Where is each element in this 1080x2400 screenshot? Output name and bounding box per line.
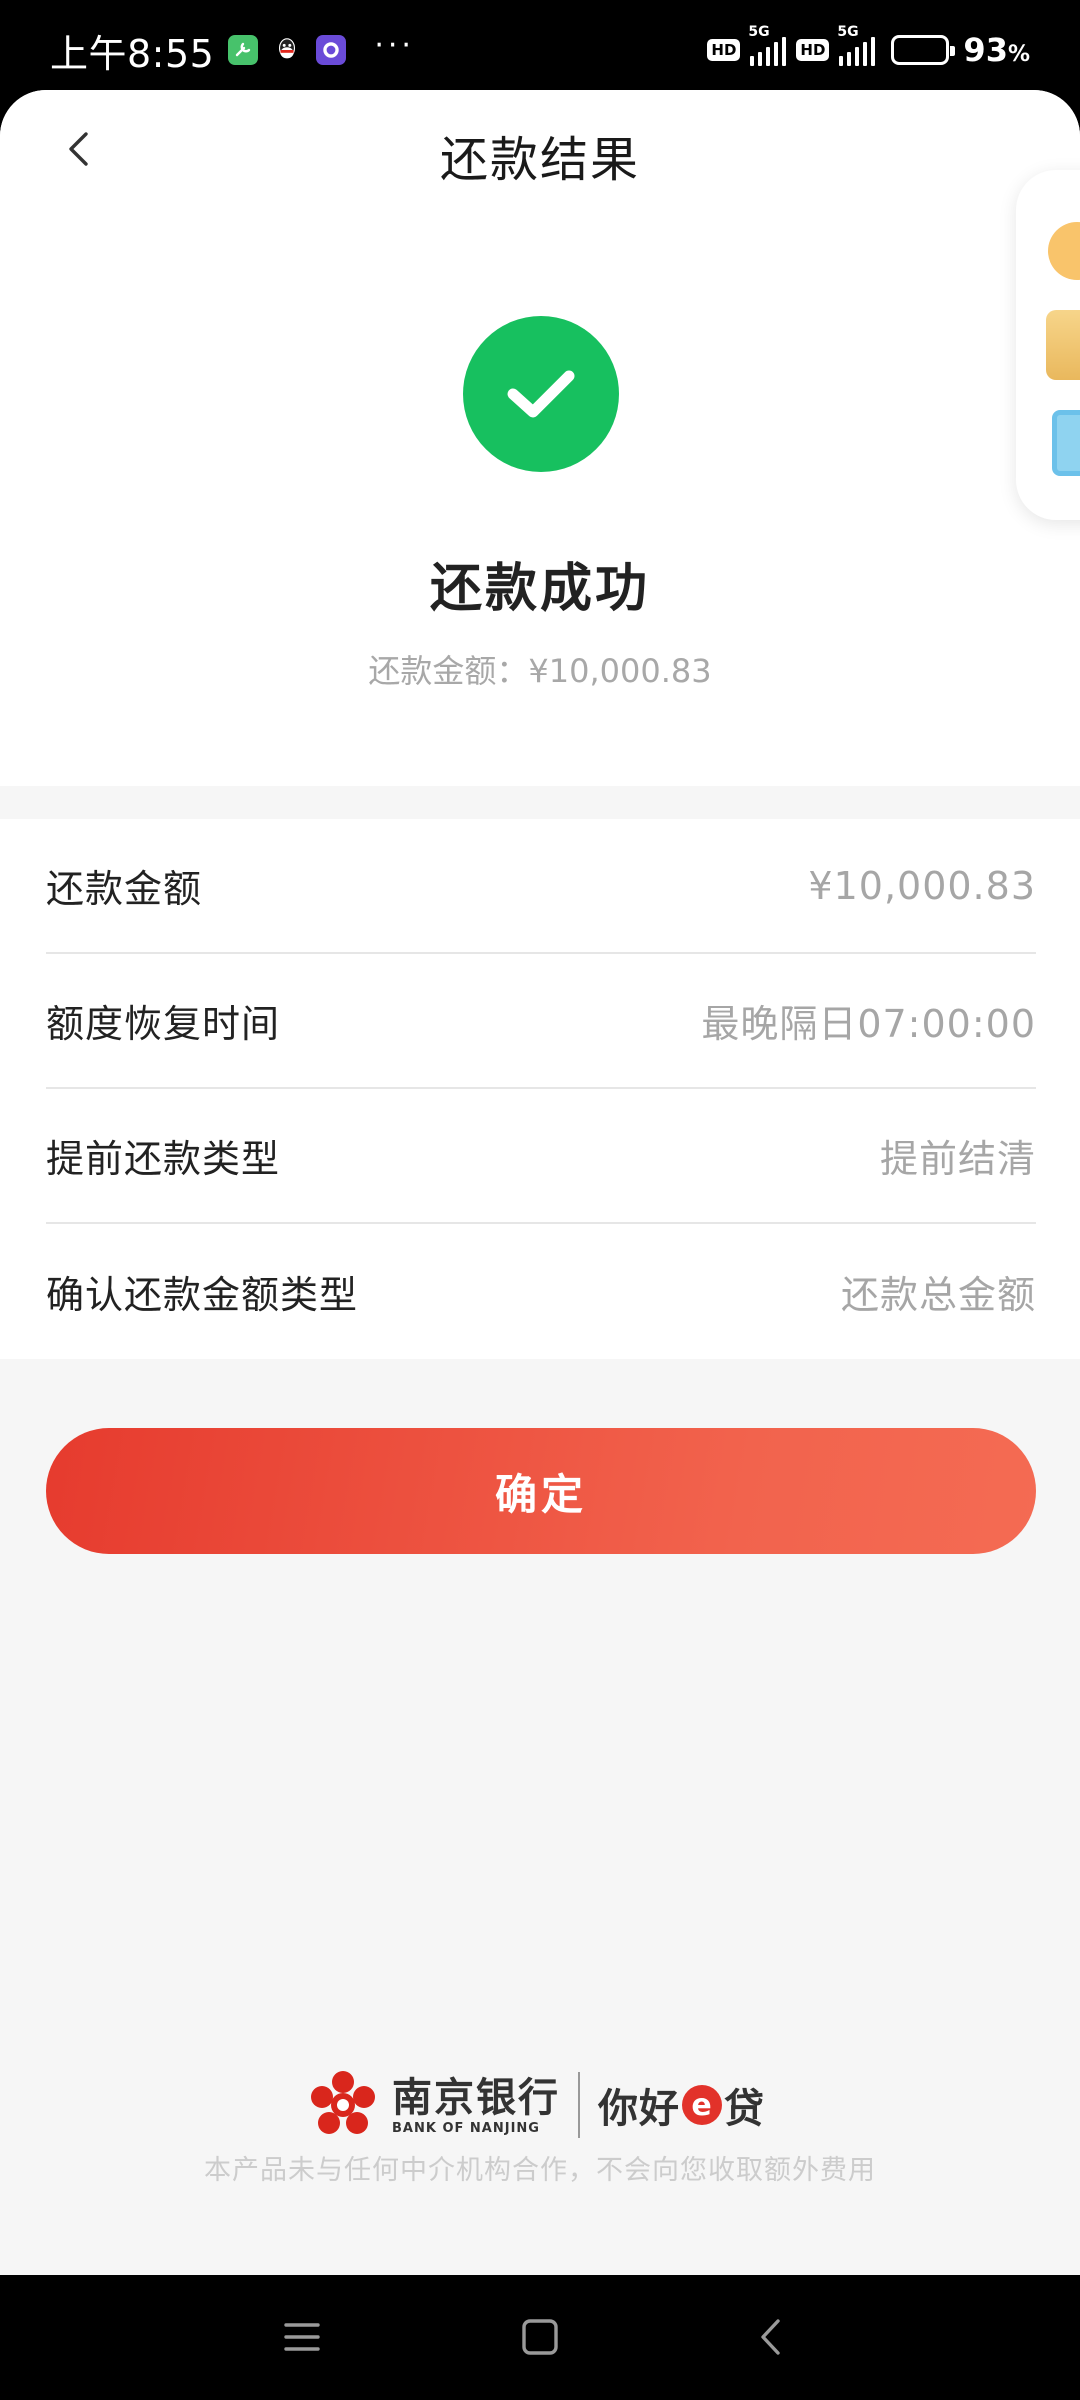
network-type-label: 5G bbox=[837, 24, 859, 40]
menu-button[interactable] bbox=[270, 2305, 334, 2369]
status-bar: 上午8:55 ··· HD 5G HD 5G 93% bbox=[0, 0, 1080, 100]
brand-row: 南京银行 BANK OF NANJING 你好 e 贷 bbox=[306, 2065, 765, 2145]
check-circle-icon bbox=[463, 316, 619, 472]
tool-app-icon bbox=[228, 35, 259, 65]
coin-icon[interactable] bbox=[1048, 222, 1080, 280]
confirm-button[interactable]: 确定 bbox=[46, 1428, 1036, 1554]
hd-badge: HD bbox=[796, 39, 830, 61]
hd-badge: HD bbox=[707, 39, 741, 61]
result-header: 还款结果 还款成功 还款金额：¥10,000.83 bbox=[0, 90, 1080, 786]
back-nav-button[interactable] bbox=[740, 2305, 804, 2369]
page-title: 还款结果 bbox=[439, 132, 640, 188]
product-name: 你好 e 贷 bbox=[598, 2076, 765, 2134]
back-icon bbox=[761, 2319, 780, 2355]
detail-label: 确认还款金额类型 bbox=[46, 1273, 359, 1317]
product-prefix: 你好 bbox=[598, 2086, 680, 2132]
detail-value: 最晚隔日07:00:00 bbox=[701, 1002, 1036, 1046]
repayment-details: 还款金额 ¥10,000.83 额度恢复时间 最晚隔日07:00:00 提前还款… bbox=[0, 819, 1080, 1359]
result-amount: 还款金额：¥10,000.83 bbox=[368, 652, 712, 690]
status-more-indicator: ··· bbox=[374, 27, 415, 63]
system-nav-bar bbox=[0, 2275, 1080, 2400]
detail-label: 还款金额 bbox=[46, 867, 203, 911]
detail-value: ¥10,000.83 bbox=[808, 863, 1036, 908]
brand-divider bbox=[578, 2072, 580, 2138]
nav-bar: 还款结果 bbox=[0, 90, 1080, 210]
product-e-logo: e bbox=[682, 2085, 722, 2125]
gift-icon[interactable] bbox=[1046, 310, 1080, 380]
home-icon bbox=[522, 2319, 558, 2355]
detail-label: 提前还款类型 bbox=[46, 1137, 281, 1181]
product-suffix: 贷 bbox=[724, 2086, 765, 2132]
purple-app-icon bbox=[316, 35, 347, 65]
status-right: HD 5G HD 5G 93% bbox=[707, 22, 1030, 78]
detail-row: 提前还款类型 提前结清 bbox=[46, 1089, 1036, 1224]
detail-label: 额度恢复时间 bbox=[46, 1002, 281, 1046]
detail-value: 还款总金额 bbox=[840, 1273, 1036, 1317]
result-title: 还款成功 bbox=[429, 559, 650, 619]
qq-icon bbox=[272, 35, 302, 65]
check-icon bbox=[507, 370, 575, 418]
menu-icon bbox=[284, 2323, 320, 2351]
bank-of-nanjing-logo bbox=[311, 2071, 375, 2134]
card-icon[interactable] bbox=[1052, 410, 1080, 476]
bank-name-block: 南京银行 BANK OF NANJING bbox=[392, 2073, 560, 2136]
detail-row: 还款金额 ¥10,000.83 bbox=[46, 819, 1036, 954]
status-left: 上午8:55 ··· bbox=[50, 22, 415, 78]
battery-icon bbox=[891, 35, 956, 65]
detail-row: 确认还款金额类型 还款总金额 bbox=[46, 1224, 1036, 1359]
signal-icon: 5G bbox=[837, 24, 876, 66]
signal-icon: 5G bbox=[748, 24, 787, 66]
floating-side-widget[interactable] bbox=[1016, 170, 1080, 520]
bank-name-en: BANK OF NANJING bbox=[392, 2120, 540, 2136]
disclaimer: 本产品未与任何中介机构合作，不会向您收取额外费用 bbox=[204, 2155, 876, 2186]
battery-percent: 93% bbox=[963, 31, 1030, 69]
detail-row: 额度恢复时间 最晚隔日07:00:00 bbox=[46, 954, 1036, 1089]
bank-name: 南京银行 bbox=[392, 2073, 560, 2121]
network-type-label: 5G bbox=[748, 24, 770, 40]
app-screen: 还款结果 还款成功 还款金额：¥10,000.83 还款金额 ¥10,000.8… bbox=[0, 90, 1080, 2275]
detail-value: 提前结清 bbox=[879, 1137, 1036, 1181]
home-button[interactable] bbox=[508, 2305, 572, 2369]
status-time: 上午8:55 bbox=[50, 31, 215, 76]
